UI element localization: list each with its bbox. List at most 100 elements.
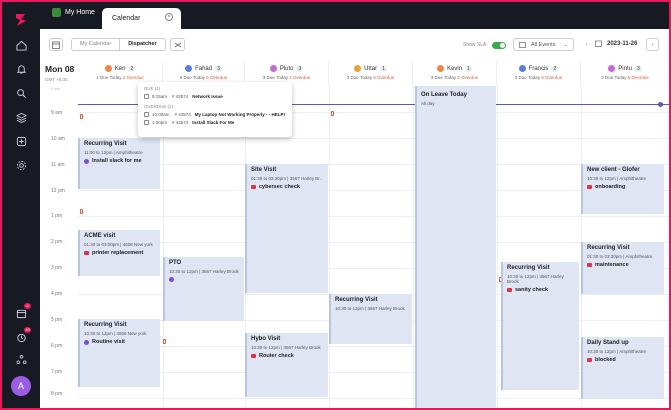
current-time-dot [658, 102, 663, 107]
event-tag: cybersec check [259, 184, 300, 190]
layers-icon[interactable] [14, 110, 28, 124]
event-time: 10:30 to 12pm | Amphitheatre [587, 349, 646, 354]
dispatcher-grid: Mon 08 GMT +5:30 9 am 9 am 10 am 11 am 1… [40, 61, 669, 408]
view-dispatcher[interactable]: Dispatcher [119, 39, 165, 50]
ticket-time: 10:00am [152, 112, 170, 117]
due-tickets-popup[interactable]: DUE (1) 9:15am # 43574 Network Issue OVE… [138, 82, 292, 137]
event-card[interactable]: New client - Glofer 10:30 to 12pm | Amph… [581, 164, 664, 214]
calendar-small-icon [52, 41, 60, 49]
hour-label: 11 am [51, 162, 65, 168]
tab-my-home[interactable]: My Home [52, 8, 95, 17]
overdue[interactable]: 1 Overdue [289, 75, 310, 80]
calendar-icon[interactable]: 4 [14, 303, 31, 320]
settings-icon[interactable] [14, 158, 28, 172]
due-today: 3 Due Today [346, 75, 372, 80]
ticket-icon [169, 277, 174, 282]
sla-flag-icon[interactable] [80, 209, 83, 214]
tab-calendar[interactable]: Calendar × [102, 8, 181, 29]
tech-column-header[interactable]: Pintu 3 3 Due Today 5 Overdue [581, 61, 669, 86]
next-day-button[interactable]: › [646, 38, 659, 51]
event-title: PTO [169, 260, 182, 266]
event-card[interactable]: Recurring Visit 11:00 to 12pm | Amphithe… [78, 138, 160, 189]
event-card[interactable]: Recurring Visit 01:30 to 03:30pm | Amphi… [581, 242, 664, 294]
event-tag: Router check [259, 353, 294, 359]
calendar-toolbar: My Calendar Dispatcher Show SLA All Even… [40, 29, 669, 61]
bell-icon[interactable] [14, 62, 28, 76]
chevron-left-icon: ‹ [585, 41, 588, 48]
timer-icon[interactable]: 10 [14, 327, 31, 344]
hour-label: 8 pm [51, 391, 63, 397]
column-divider [497, 86, 498, 408]
sla-flag-icon[interactable] [80, 114, 83, 119]
tech-count: 3 [634, 65, 642, 72]
ticket-icon [144, 112, 149, 117]
overdue[interactable]: 5 Overdue [628, 75, 649, 80]
event-card[interactable]: On Leave Today All day [415, 86, 496, 408]
event-title: Site Visit [251, 167, 277, 173]
ticket-icon [84, 339, 89, 345]
event-card[interactable]: Hybo Visit 10:30 to 12pm | 3567 Harley B… [245, 333, 328, 397]
event-card[interactable]: Recurring Visit 10:30 to 12pm | 4608 New… [78, 319, 160, 387]
due-today: 3 Due Today [430, 75, 456, 80]
popup-ticket-row[interactable]: 1:00pm # 43574 Install Slack For Me [144, 120, 286, 125]
overdue[interactable]: 2 Overdue [123, 75, 144, 80]
ticket-icon [144, 120, 149, 125]
event-title: ACME visit [84, 233, 116, 239]
event-card[interactable]: Recurring Visit 10:30 to 12pm | 3567 Har… [501, 262, 579, 390]
close-icon[interactable]: × [165, 13, 173, 21]
hour-label: 9 am [51, 110, 63, 116]
event-tag: Routine visit [92, 339, 126, 345]
overdue[interactable]: 5 Overdue [206, 75, 227, 80]
ticket-icon [144, 94, 149, 99]
tech-name: Fahad [195, 65, 213, 72]
tab-my-home-label: My Home [65, 9, 95, 16]
home-icon[interactable] [14, 38, 28, 52]
date-display[interactable]: 2023-11-26 [595, 40, 637, 47]
tech-count: 2 [551, 65, 559, 72]
event-time: 10:30 to 12pm | Amphitheatre [587, 176, 646, 181]
column-divider [329, 86, 330, 408]
calendar-picker-button[interactable] [49, 38, 63, 51]
shuffle-button[interactable] [170, 38, 185, 51]
ticket-icon [587, 263, 592, 267]
user-avatar[interactable]: A [11, 376, 31, 396]
hour-label: 3 pm [51, 265, 63, 271]
event-card[interactable]: PTO 10:30 to 12pm | 3567 Harley Brook [163, 257, 244, 321]
app-frame: 4 10 A My Home Calendar × My Calendar Di… [2, 2, 669, 408]
add-icon[interactable] [14, 134, 28, 148]
tech-avatar [518, 65, 526, 72]
hour-label: 10 am [51, 136, 65, 142]
team-icon[interactable] [14, 352, 28, 366]
event-time: 10:30 to 12pm | 3567 Harley Brook [507, 274, 564, 284]
tech-avatar [354, 65, 362, 72]
tech-avatar [608, 65, 616, 72]
tech-count: 1 [380, 65, 387, 72]
ticket-icon [84, 251, 89, 255]
overdue[interactable]: 5 Overdue [373, 75, 394, 80]
show-sla-toggle[interactable] [492, 42, 506, 49]
chevron-right-icon: › [651, 41, 654, 48]
tech-column-header[interactable]: Francis 2 3 Due Today 5 Overdue [497, 61, 581, 86]
tech-column-header[interactable]: Uttar 1 3 Due Today 5 Overdue [329, 61, 413, 86]
popup-ticket-row[interactable]: 9:15am # 43574 Network Issue [144, 94, 286, 99]
prev-day-button[interactable]: ‹ [581, 38, 592, 51]
popup-ticket-row[interactable]: 10:00am # 43574 My Laptop Not Working Pr… [144, 112, 286, 117]
hour-label: 6 pm [51, 343, 63, 349]
event-card[interactable]: Recurring Visit 10:30 to 12pm | 3567 Har… [329, 294, 412, 344]
event-card[interactable]: Daily Stand up 10:30 to 12pm | Amphithea… [581, 337, 664, 399]
sla-flag-icon[interactable] [331, 111, 334, 116]
calendar-badge: 4 [24, 303, 31, 309]
sla-flag-icon[interactable] [163, 339, 166, 344]
overdue[interactable]: 5 Overdue [457, 75, 478, 80]
event-card[interactable]: ACME visit 01:30 to 03:00pm | 4608 New y… [78, 230, 160, 276]
event-card[interactable]: Site Visit 01:30 to 03:30pm | 3567 Harle… [245, 164, 328, 293]
ticket-title: Network Issue [192, 94, 223, 99]
ticket-icon [251, 185, 256, 189]
tech-avatar [185, 65, 193, 72]
tech-count: 3 [296, 65, 304, 72]
all-events-dropdown[interactable]: All Events ⌄ [513, 38, 574, 51]
view-my-calendar[interactable]: My Calendar [72, 39, 119, 50]
search-icon[interactable] [14, 86, 28, 100]
tech-column-header[interactable]: Kevin 1 3 Due Today 5 Overdue [413, 61, 497, 86]
overdue[interactable]: 5 Overdue [541, 75, 562, 80]
